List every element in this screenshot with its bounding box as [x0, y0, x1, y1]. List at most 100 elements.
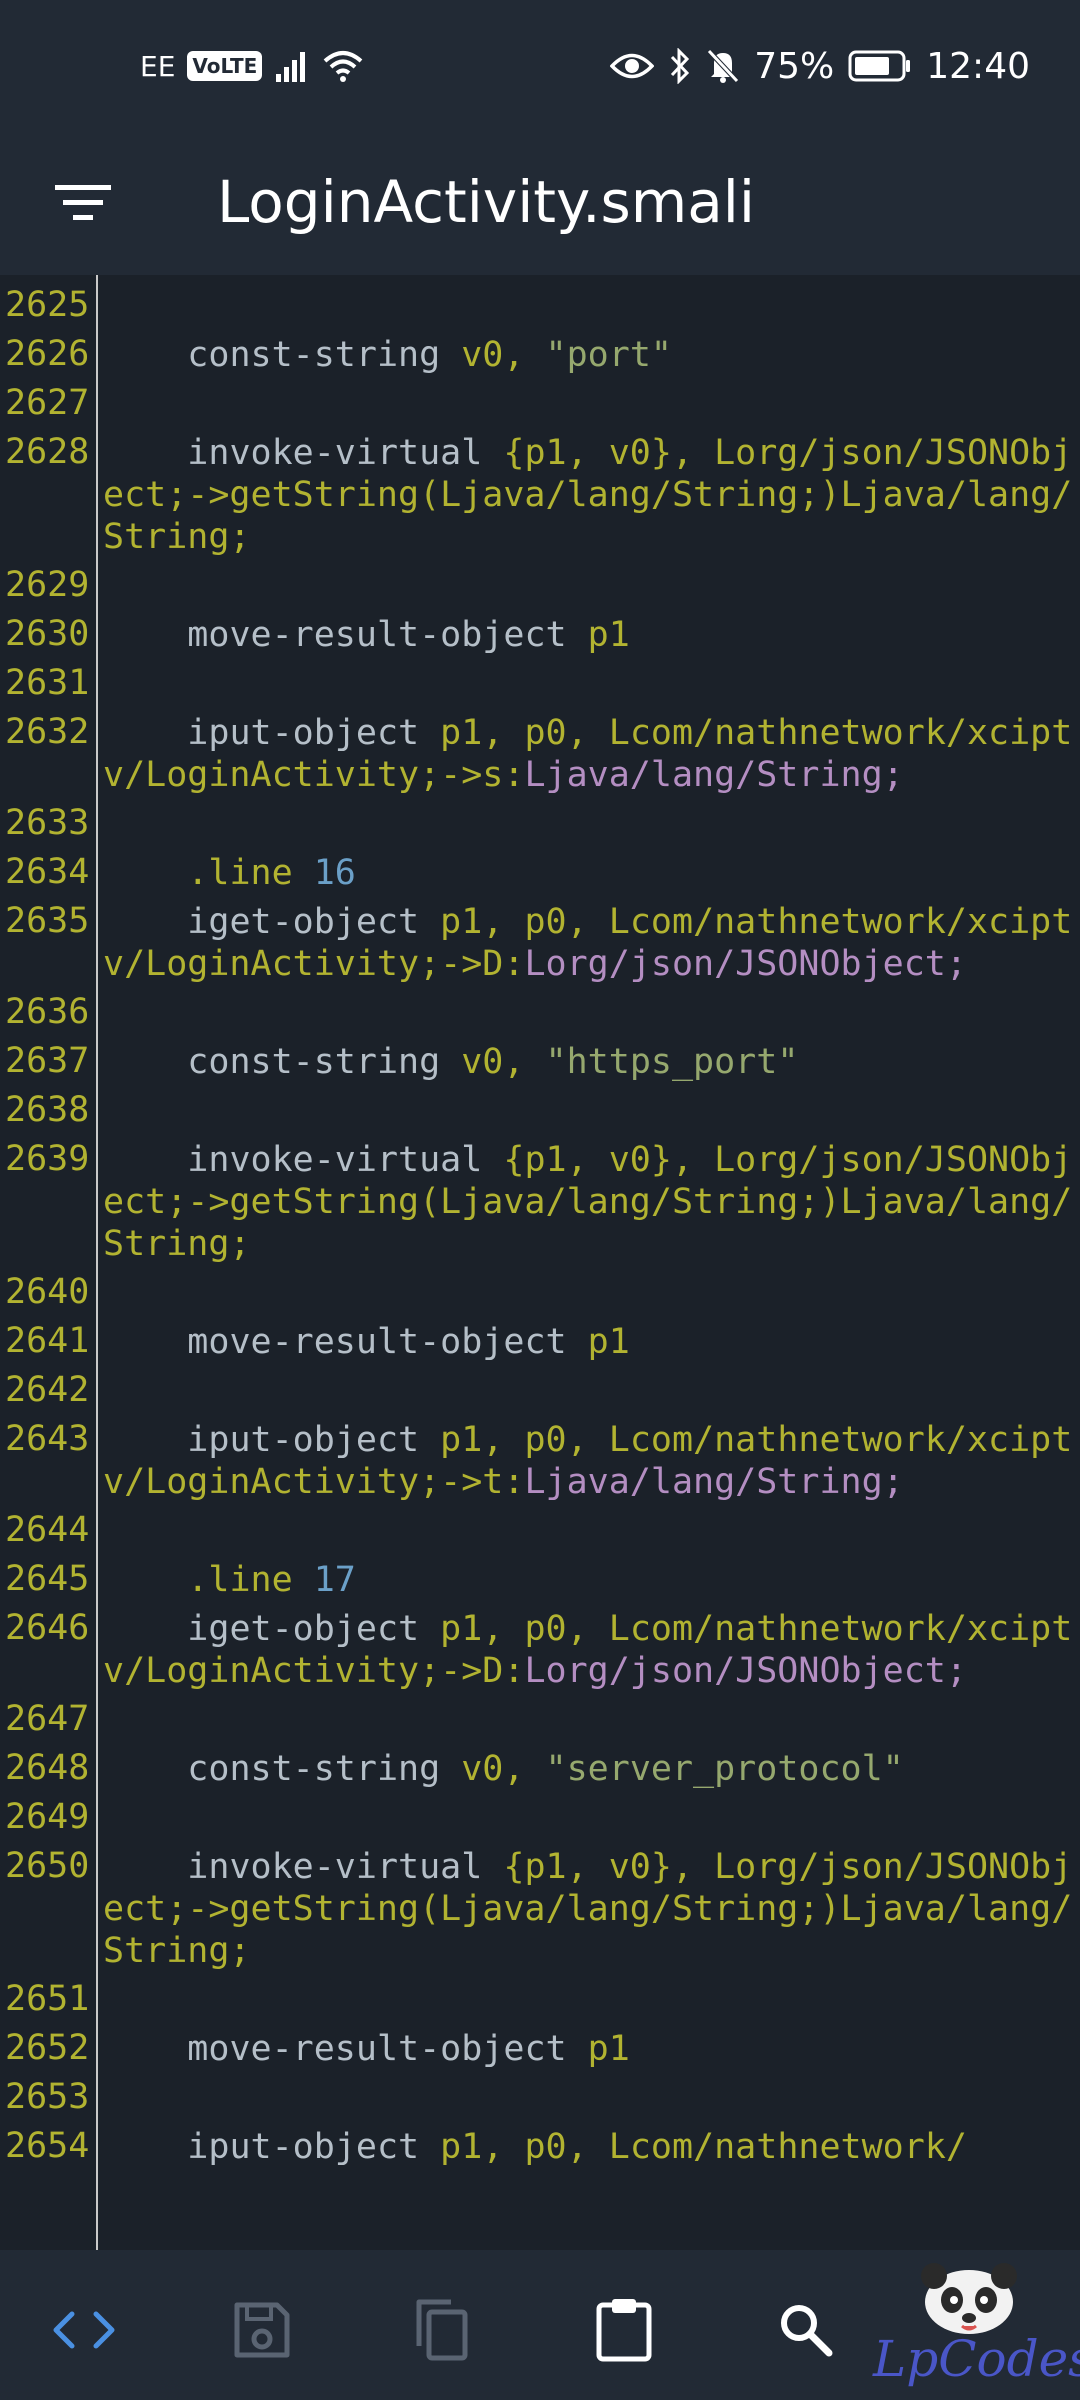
code-token: Lorg/json/JSONObject; [524, 944, 967, 984]
code-line[interactable]: 2638 [0, 1086, 1080, 1135]
paste-button[interactable] [584, 2290, 664, 2370]
bottom-toolbar: LpCodes [0, 2250, 1080, 2400]
file-title: LoginActivity.smali [217, 168, 756, 236]
line-code[interactable]: iget-object p1, p0, Lcom/nathnetwork/xci… [103, 897, 1080, 988]
code-line[interactable]: 2637 const-string v0, "https_port" [0, 1037, 1080, 1086]
code-token: 17 [313, 1560, 356, 1600]
code-line[interactable]: 2652 move-result-object p1 [0, 2024, 1080, 2073]
code-line[interactable]: 2631 [0, 659, 1080, 708]
code-line[interactable]: 2644 [0, 1506, 1080, 1555]
signal-icon [274, 50, 310, 82]
save-button[interactable] [222, 2290, 302, 2370]
line-code[interactable] [103, 561, 1080, 610]
line-code[interactable]: iget-object p1, p0, Lcom/nathnetwork/xci… [103, 1604, 1080, 1695]
line-code[interactable]: invoke-virtual {p1, v0}, Lorg/json/JSONO… [103, 1842, 1080, 1975]
code-line[interactable]: 2647 [0, 1695, 1080, 1744]
search-button[interactable] [766, 2290, 846, 2370]
line-code[interactable]: const-string v0, "server_protocol" [103, 1744, 1080, 1793]
line-code[interactable] [103, 1793, 1080, 1842]
code-line[interactable]: 2627 [0, 379, 1080, 428]
code-token: .line [103, 1560, 314, 1600]
line-code[interactable]: iput-object p1, p0, Lcom/nathnetwork/xci… [103, 708, 1080, 799]
code-line[interactable]: 2649 [0, 1793, 1080, 1842]
line-code[interactable] [103, 1975, 1080, 2024]
line-code[interactable] [103, 1695, 1080, 1744]
line-code[interactable]: const-string v0, "https_port" [103, 1037, 1080, 1086]
line-code[interactable]: move-result-object p1 [103, 1317, 1080, 1366]
line-code[interactable] [103, 659, 1080, 708]
code-line[interactable]: 2648 const-string v0, "server_protocol" [0, 1744, 1080, 1793]
code-token: iput-object [103, 2127, 441, 2167]
code-lines[interactable]: 2625 2626 const-string v0, "port" 2627 2628… [0, 281, 1080, 2171]
code-line[interactable]: 2629 [0, 561, 1080, 610]
code-line[interactable]: 2634 .line 16 [0, 848, 1080, 897]
line-code[interactable]: move-result-object p1 [103, 2024, 1080, 2073]
code-token: v0, [461, 335, 546, 375]
code-line[interactable]: 2643 iput-object p1, p0, Lcom/nathnetwor… [0, 1415, 1080, 1506]
code-token: move-result-object [103, 1322, 588, 1362]
clock: 12:40 [926, 45, 1030, 87]
copy-button[interactable] [401, 2290, 481, 2370]
code-token: 16 [313, 853, 356, 893]
line-code[interactable] [103, 2073, 1080, 2122]
carrier-label: EE [140, 49, 176, 83]
line-code[interactable] [103, 1268, 1080, 1317]
code-line[interactable]: 2630 move-result-object p1 [0, 610, 1080, 659]
watermark-text: LpCodes [873, 2330, 1080, 2388]
code-token: p1 [587, 1322, 630, 1362]
code-token: "https_port" [545, 1042, 799, 1082]
line-code[interactable]: .line 17 [103, 1555, 1080, 1604]
code-line[interactable]: 2641 move-result-object p1 [0, 1317, 1080, 1366]
code-line[interactable]: 2639 invoke-virtual {p1, v0}, Lorg/json/… [0, 1135, 1080, 1268]
code-token: iput-object [103, 713, 441, 753]
code-line[interactable]: 2651 [0, 1975, 1080, 2024]
line-number: 2631 [5, 663, 90, 703]
code-token: Ljava/lang/String; [524, 755, 904, 795]
line-code[interactable] [103, 281, 1080, 330]
line-number: 2646 [5, 1608, 90, 1648]
code-line[interactable]: 2650 invoke-virtual {p1, v0}, Lorg/json/… [0, 1842, 1080, 1975]
code-line[interactable]: 2632 iput-object p1, p0, Lcom/nathnetwor… [0, 708, 1080, 799]
code-line[interactable]: 2635 iget-object p1, p0, Lcom/nathnetwor… [0, 897, 1080, 988]
code-view-button[interactable] [44, 2290, 124, 2370]
code-line[interactable]: 2633 [0, 799, 1080, 848]
line-code[interactable]: const-string v0, "port" [103, 330, 1080, 379]
line-number: 2650 [5, 1846, 90, 1886]
code-line[interactable]: 2628 invoke-virtual {p1, v0}, Lorg/json/… [0, 428, 1080, 561]
code-line[interactable]: 2646 iget-object p1, p0, Lcom/nathnetwor… [0, 1604, 1080, 1695]
code-editor[interactable]: 2625 2626 const-string v0, "port" 2627 2628… [0, 275, 1080, 2250]
line-number: 2633 [5, 803, 90, 843]
code-line[interactable]: 2625 [0, 281, 1080, 330]
line-code[interactable]: invoke-virtual {p1, v0}, Lorg/json/JSONO… [103, 428, 1080, 561]
code-line[interactable]: 2653 [0, 2073, 1080, 2122]
code-token: Lorg/json/JSONObject; [524, 1651, 967, 1691]
code-token: p1, p0, Lcom/nathnetwork/ [440, 2127, 967, 2167]
code-line[interactable]: 2654 iput-object p1, p0, Lcom/nathnetwor… [0, 2122, 1080, 2171]
line-number: 2643 [5, 1419, 90, 1459]
code-line[interactable]: 2640 [0, 1268, 1080, 1317]
code-token: iput-object [103, 1420, 441, 1460]
line-number: 2644 [5, 1510, 90, 1550]
line-code[interactable] [103, 379, 1080, 428]
code-line[interactable]: 2626 const-string v0, "port" [0, 330, 1080, 379]
code-line[interactable]: 2636 [0, 988, 1080, 1037]
copy-icon [411, 2298, 471, 2362]
code-token: invoke-virtual [103, 433, 504, 473]
code-line[interactable]: 2642 [0, 1366, 1080, 1415]
line-code[interactable] [103, 1506, 1080, 1555]
line-code[interactable] [103, 799, 1080, 848]
code-token: const-string [103, 335, 462, 375]
line-code[interactable]: iput-object p1, p0, Lcom/nathnetwork/ [103, 2122, 1080, 2171]
line-number: 2634 [5, 852, 90, 892]
line-code[interactable] [103, 988, 1080, 1037]
code-token: v0, [461, 1749, 546, 1789]
line-code[interactable]: .line 16 [103, 848, 1080, 897]
filter-menu-button[interactable] [48, 168, 118, 238]
code-line[interactable]: 2645 .line 17 [0, 1555, 1080, 1604]
line-code[interactable] [103, 1366, 1080, 1415]
line-code[interactable]: move-result-object p1 [103, 610, 1080, 659]
line-code[interactable]: iput-object p1, p0, Lcom/nathnetwork/xci… [103, 1415, 1080, 1506]
code-token: "port" [545, 335, 672, 375]
line-code[interactable] [103, 1086, 1080, 1135]
line-code[interactable]: invoke-virtual {p1, v0}, Lorg/json/JSONO… [103, 1135, 1080, 1268]
